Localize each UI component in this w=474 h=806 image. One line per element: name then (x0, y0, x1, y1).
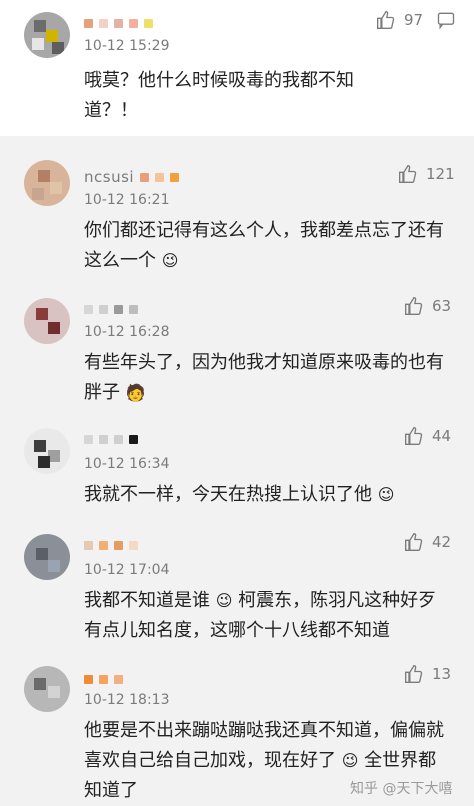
avatar[interactable] (24, 160, 70, 206)
comment-time: 10-12 18:13 (84, 692, 170, 708)
avatar[interactable] (24, 12, 70, 58)
thumbs-up-icon (405, 532, 423, 551)
comment-text: 有些年头了，因为他我才知道原来吸毒的也有 胖子 🧑 (84, 348, 464, 408)
like-button[interactable]: 44 (404, 426, 451, 446)
username-obscured[interactable] (84, 536, 138, 554)
person-emoji-icon: 🧑 (125, 383, 146, 402)
thumbs-up-icon (399, 164, 417, 183)
username-partial[interactable]: ncsusi (84, 168, 180, 186)
comment-card: 10-12 15:29 97 哦莫？他什么时候吸毒的我都不知 道？！ (0, 0, 474, 136)
comment-time: 10-12 16:28 (84, 324, 170, 340)
comment-time: 10-12 17:04 (84, 562, 170, 578)
username-obscured[interactable] (84, 430, 138, 448)
like-count: 97 (404, 11, 424, 29)
username-obscured[interactable] (84, 670, 123, 688)
like-count: 42 (432, 533, 452, 551)
comment-card: ncsusi 10-12 16:21 121 你们都还记得有这么个人，我都差点忘… (0, 136, 474, 286)
thumbs-up-icon (405, 426, 423, 445)
like-button[interactable]: 121 (398, 164, 455, 184)
like-button[interactable]: 42 (404, 532, 451, 552)
avatar[interactable] (24, 428, 70, 474)
username-obscured[interactable] (84, 14, 153, 32)
comment-card: 10-12 16:28 63 有些年头了，因为他我才知道原来吸毒的也有 胖子 🧑 (0, 286, 474, 416)
wink-emoji-icon: 😉 (341, 751, 359, 770)
like-button[interactable]: 63 (404, 296, 451, 316)
wink-emoji-icon: 😉 (215, 591, 233, 610)
like-count: 63 (432, 297, 452, 315)
comment-text: 我都不知道是谁 😉 柯震东，陈羽凡这种好歹 有点儿知名度，这哪个十八线都不知道 (84, 586, 464, 646)
like-count: 44 (432, 427, 452, 445)
comment-text: 哦莫？他什么时候吸毒的我都不知 道？！ (84, 70, 354, 121)
thumbs-up-icon (405, 296, 423, 315)
wink-emoji-icon: 😉 (161, 251, 179, 270)
comment-time: 10-12 16:21 (84, 192, 170, 208)
thumbs-up-icon (377, 10, 395, 29)
avatar[interactable] (24, 298, 70, 344)
comment-text: 我就不一样，今天在热搜上认识了他 😉 (84, 480, 464, 510)
like-count: 121 (426, 165, 455, 183)
wink-emoji-icon: 😉 (377, 485, 395, 504)
like-button[interactable]: 13 (404, 664, 451, 684)
comment-card: 10-12 17:04 42 我都不知道是谁 😉 柯震东，陈羽凡这种好歹 有点儿… (0, 524, 474, 652)
username-obscured[interactable] (84, 300, 138, 318)
source-watermark: 知乎 @天下大嘻 (350, 781, 453, 797)
reply-icon[interactable] (436, 10, 456, 30)
thumbs-up-icon (405, 664, 423, 683)
avatar[interactable] (24, 534, 70, 580)
like-count: 13 (432, 665, 452, 683)
comment-text: 你们都还记得有这么个人，我都差点忘了还有 这么一个 😉 (84, 216, 464, 276)
comment-time: 10-12 16:34 (84, 456, 170, 472)
avatar[interactable] (24, 666, 70, 712)
comment-card: 10-12 16:34 44 我就不一样，今天在热搜上认识了他 😉 (0, 416, 474, 524)
comment-time: 10-12 15:29 (84, 38, 170, 54)
like-button[interactable]: 97 (376, 10, 423, 30)
